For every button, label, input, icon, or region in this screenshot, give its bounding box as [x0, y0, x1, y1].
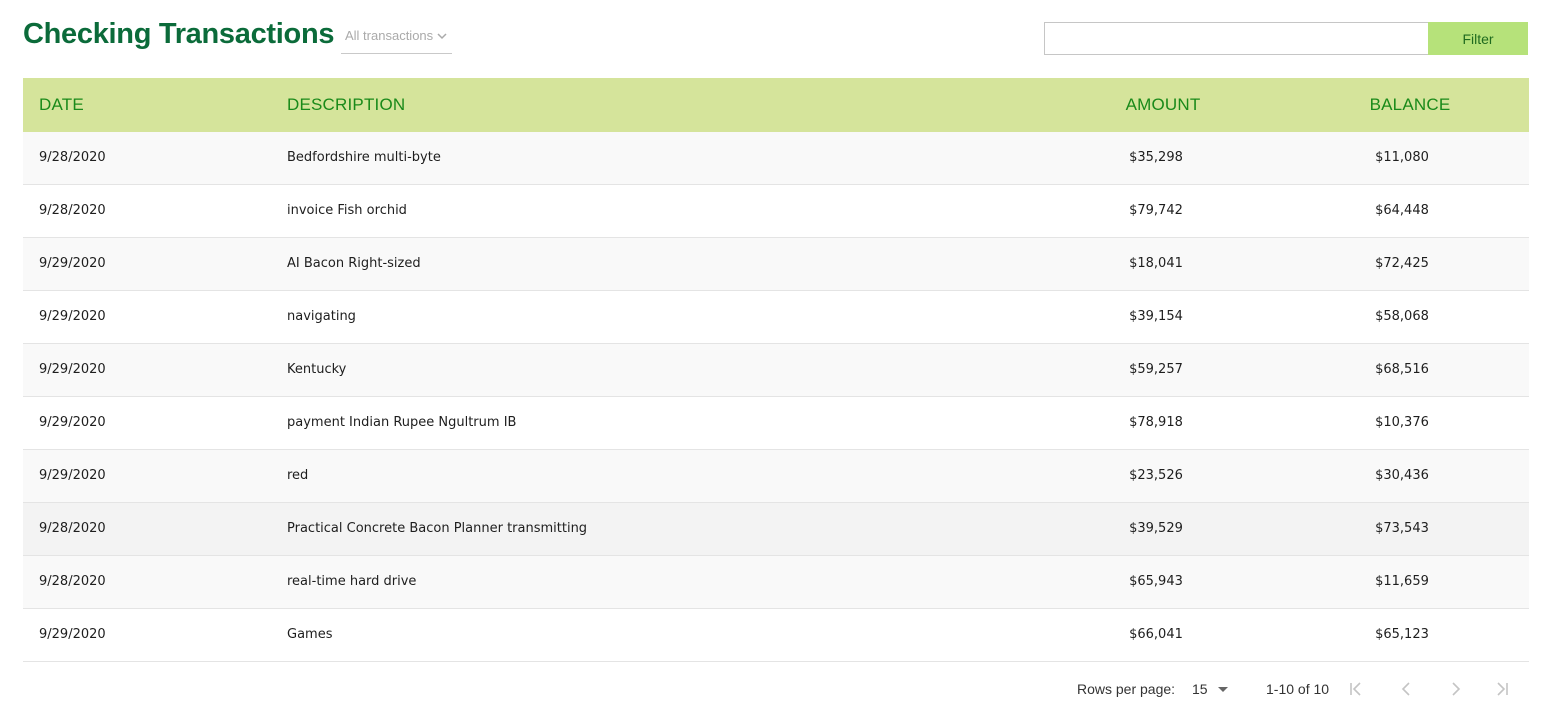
cell-amount: $39,154 [1129, 309, 1183, 324]
first-page-button[interactable] [1343, 676, 1369, 702]
search-input[interactable] [1044, 22, 1428, 55]
cell-description: invoice Fish orchid [287, 203, 407, 218]
rows-per-page-value: 15 [1192, 681, 1208, 697]
transactions-table: DATE DESCRIPTION AMOUNT BALANCE 9/28/202… [23, 78, 1529, 662]
cell-amount: $78,918 [1129, 415, 1183, 430]
cell-date: 9/29/2020 [39, 415, 106, 430]
last-page-icon [1493, 680, 1511, 698]
cell-balance: $65,123 [1375, 627, 1429, 642]
cell-balance: $72,425 [1375, 256, 1429, 271]
table-row[interactable]: 9/29/2020 AI Bacon Right-sized $18,041 $… [23, 238, 1529, 291]
cell-date: 9/29/2020 [39, 627, 106, 642]
filter-button[interactable]: Filter [1428, 22, 1528, 55]
cell-amount: $66,041 [1129, 627, 1183, 642]
next-page-button[interactable] [1442, 676, 1468, 702]
cell-amount: $18,041 [1129, 256, 1183, 271]
first-page-icon [1347, 680, 1365, 698]
cell-amount: $35,298 [1129, 150, 1183, 165]
cell-balance: $10,376 [1375, 415, 1429, 430]
previous-page-button[interactable] [1394, 676, 1420, 702]
table-row[interactable]: 9/29/2020 navigating $39,154 $58,068 [23, 291, 1529, 344]
column-header-amount[interactable]: AMOUNT [1063, 78, 1263, 132]
cell-description: Bedfordshire multi-byte [287, 150, 441, 165]
cell-balance: $11,659 [1375, 574, 1429, 589]
cell-description: real-time hard drive [287, 574, 417, 589]
cell-balance: $68,516 [1375, 362, 1429, 377]
table-row[interactable]: 9/29/2020 payment Indian Rupee Ngultrum … [23, 397, 1529, 450]
cell-date: 9/28/2020 [39, 150, 106, 165]
cell-date: 9/29/2020 [39, 256, 106, 271]
cell-balance: $30,436 [1375, 468, 1429, 483]
chevron-right-icon [1446, 680, 1464, 698]
column-header-balance[interactable]: BALANCE [1310, 78, 1510, 132]
cell-date: 9/28/2020 [39, 203, 106, 218]
transactions-view-select[interactable]: All transactions [341, 22, 452, 54]
table-header: DATE DESCRIPTION AMOUNT BALANCE [23, 78, 1529, 132]
cell-date: 9/28/2020 [39, 574, 106, 589]
cell-description: Kentucky [287, 362, 347, 377]
caret-down-icon [1217, 686, 1228, 692]
cell-amount: $65,943 [1129, 574, 1183, 589]
cell-balance: $64,448 [1375, 203, 1429, 218]
cell-balance: $58,068 [1375, 309, 1429, 324]
table-row[interactable]: 9/28/2020 Practical Concrete Bacon Plann… [23, 503, 1529, 556]
table-row[interactable]: 9/29/2020 Kentucky $59,257 $68,516 [23, 344, 1529, 397]
cell-date: 9/29/2020 [39, 309, 106, 324]
cell-balance: $73,543 [1375, 521, 1429, 536]
last-page-button[interactable] [1489, 676, 1515, 702]
cell-description: red [287, 468, 309, 483]
cell-amount: $79,742 [1129, 203, 1183, 218]
cell-date: 9/29/2020 [39, 468, 106, 483]
cell-amount: $23,526 [1129, 468, 1183, 483]
chevron-left-icon [1398, 680, 1416, 698]
cell-description: payment Indian Rupee Ngultrum IB [287, 415, 517, 430]
view-select-value: All transactions [345, 28, 434, 43]
chevron-down-icon [436, 22, 448, 50]
pagination: Rows per page: 15 1-10 of 10 [23, 663, 1529, 716]
page-title: Checking Transactions [23, 18, 335, 50]
cell-amount: $59,257 [1129, 362, 1183, 377]
rows-per-page-label: Rows per page: [1077, 681, 1176, 697]
page: Checking Transactions All transactions F… [0, 0, 1546, 716]
cell-date: 9/29/2020 [39, 362, 106, 377]
column-header-description[interactable]: DESCRIPTION [287, 78, 405, 132]
page-range: 1-10 of 10 [1266, 681, 1330, 697]
cell-description: Practical Concrete Bacon Planner transmi… [287, 521, 588, 536]
cell-description: Games [287, 627, 333, 642]
column-header-date[interactable]: DATE [39, 78, 84, 132]
table-row[interactable]: 9/28/2020 invoice Fish orchid $79,742 $6… [23, 185, 1529, 238]
header: Checking Transactions All transactions F… [23, 0, 1529, 78]
table-row[interactable]: 9/28/2020 real-time hard drive $65,943 $… [23, 556, 1529, 609]
table-row[interactable]: 9/29/2020 red $23,526 $30,436 [23, 450, 1529, 503]
cell-balance: $11,080 [1375, 150, 1429, 165]
cell-description: navigating [287, 309, 356, 324]
table-row[interactable]: 9/29/2020 Games $66,041 $65,123 [23, 609, 1529, 662]
cell-amount: $39,529 [1129, 521, 1183, 536]
table-row[interactable]: 9/28/2020 Bedfordshire multi-byte $35,29… [23, 132, 1529, 185]
rows-per-page-select[interactable]: 15 [1192, 681, 1232, 697]
cell-date: 9/28/2020 [39, 521, 106, 536]
cell-description: AI Bacon Right-sized [287, 256, 421, 271]
